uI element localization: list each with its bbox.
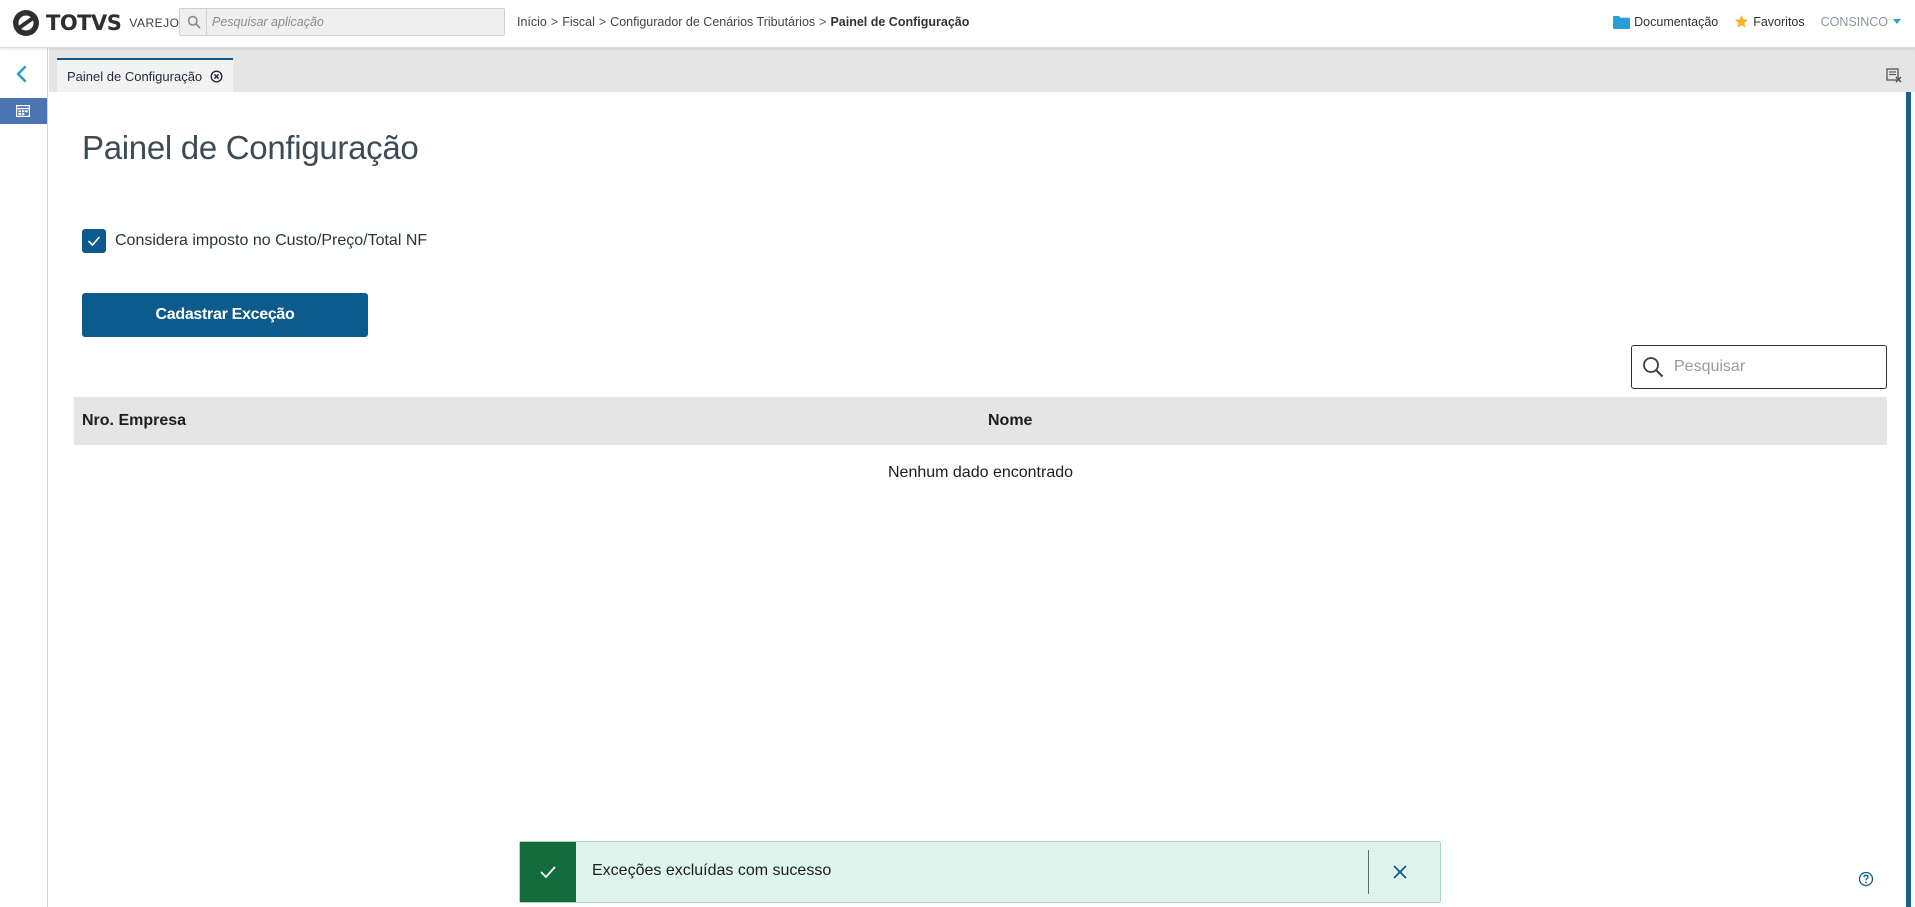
- sidebar: [0, 48, 48, 907]
- table-search-box: [1631, 345, 1887, 389]
- clear-tabs-icon[interactable]: [1885, 66, 1903, 84]
- user-name: CONSINCO: [1820, 14, 1888, 29]
- companies-table: Nro. Empresa Nome Nenhum dado encontrado: [74, 397, 1887, 481]
- breadcrumb-item-inicio[interactable]: Início: [517, 15, 547, 29]
- logo-text: TOTVS: [46, 11, 122, 35]
- toast-divider: [1368, 850, 1369, 894]
- breadcrumb-separator: >: [550, 15, 559, 29]
- chevron-down-icon: [1893, 19, 1901, 24]
- tab-strip: Painel de Configuração: [49, 48, 1915, 92]
- breadcrumb-separator: >: [598, 15, 607, 29]
- documentation-link[interactable]: Documentação: [1613, 15, 1718, 29]
- table-search-input[interactable]: [1674, 356, 1874, 378]
- breadcrumb-separator: >: [819, 15, 827, 29]
- documentation-label: Documentação: [1634, 14, 1719, 29]
- close-circle-icon[interactable]: [210, 69, 223, 83]
- folder-icon: [1613, 15, 1631, 29]
- header-actions: Documentação Favoritos CONSINCO: [1597, 14, 1901, 29]
- consider-tax-label: Considera imposto no Custo/Preço/Total N…: [115, 232, 428, 249]
- user-menu[interactable]: CONSINCO: [1821, 15, 1901, 29]
- breadcrumb: Início > Fiscal > Configurador de Cenários T…: [517, 15, 969, 29]
- sidebar-item-dashboard[interactable]: [0, 98, 47, 124]
- consider-tax-checkbox[interactable]: [82, 229, 106, 253]
- app-search-input[interactable]: [212, 12, 497, 32]
- close-icon[interactable]: [1390, 862, 1410, 882]
- consider-tax-checkbox-row[interactable]: Considera imposto no Custo/Preço/Total N…: [82, 229, 427, 253]
- success-toast: Exceções excluídas com sucesso: [519, 841, 1441, 903]
- table-empty-message: Nenhum dado encontrado: [887, 464, 1074, 481]
- page-title: Painel de Configuração: [82, 129, 419, 166]
- star-icon: [1735, 14, 1749, 28]
- favorites-link[interactable]: Favoritos: [1734, 14, 1805, 29]
- breadcrumb-item-configurador[interactable]: Configurador de Cenários Tributários: [610, 15, 815, 29]
- top-bar: TOTVS VAREJO Início>Fiscal>Configurador …: [0, 0, 1915, 48]
- scrollbar[interactable]: [1906, 92, 1911, 907]
- main-content: Painel de Configuração Considera imposto…: [58, 92, 1904, 907]
- column-header-nro-empresa[interactable]: Nro. Empresa: [82, 412, 186, 430]
- search-divider: [206, 9, 207, 35]
- breadcrumb-item-fiscal[interactable]: Fiscal: [562, 15, 595, 29]
- toast-status-box: [520, 842, 576, 902]
- column-header-nome[interactable]: Nome: [988, 412, 1032, 430]
- register-exception-button[interactable]: Cadastrar Exceção: [82, 293, 368, 337]
- help-icon[interactable]: [1858, 871, 1874, 887]
- table-header: Nro. Empresa Nome: [74, 397, 1887, 445]
- tab-label: Painel de Configuração: [67, 68, 203, 84]
- search-icon[interactable]: [187, 15, 201, 29]
- chevron-left-icon[interactable]: [12, 64, 32, 84]
- toast-message: Exceções excluídas com sucesso: [592, 862, 832, 879]
- search-icon: [1643, 357, 1664, 378]
- tab-painel-configuracao[interactable]: Painel de Configuração: [57, 58, 234, 92]
- totvs-logo-icon: [13, 10, 39, 36]
- dashboard-icon: [16, 105, 30, 117]
- checkmark-icon: [540, 866, 556, 878]
- favorites-label: Favoritos: [1753, 14, 1805, 29]
- app-logo[interactable]: TOTVS VAREJO: [12, 9, 180, 37]
- breadcrumb-current: Painel de Configuração: [830, 15, 970, 29]
- checkmark-icon: [88, 236, 100, 246]
- app-search-box: [179, 8, 505, 36]
- logo-subtext: VAREJO: [129, 16, 180, 30]
